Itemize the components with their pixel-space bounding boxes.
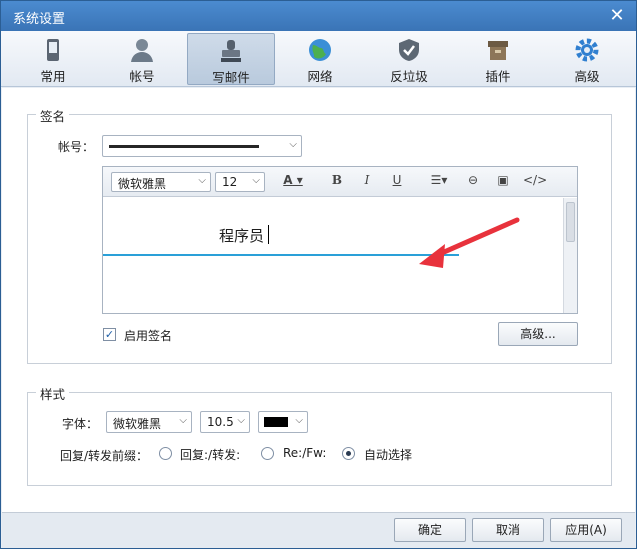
bold-button[interactable]: B	[327, 173, 347, 191]
phone-icon	[47, 39, 59, 61]
settings-toolbar: 常用 帐号 写邮件 网络 反垃圾 插件 高级	[1, 31, 636, 87]
editor-size-value: 12	[222, 175, 238, 189]
color-swatch	[264, 417, 288, 427]
signature-text: 程序员	[219, 227, 265, 245]
font-color-label: A	[283, 173, 293, 187]
prefix-option-1-label: 回复:/转发:	[180, 448, 241, 462]
settings-content: 签名 帐号： ⌵ 微软雅黑 ⌵ 12 ⌵ A ▾ B I U ☰▾ ⊖ ▣ </…	[2, 88, 635, 512]
tab-network-label: 网络	[307, 69, 333, 84]
tab-compose[interactable]: 写邮件	[187, 33, 275, 85]
tab-advanced-label: 高级	[574, 69, 600, 84]
tab-compose-label: 写邮件	[212, 70, 250, 85]
tab-antispam[interactable]: 反垃圾	[365, 33, 453, 85]
chevron-down-icon: ⌵	[295, 415, 303, 426]
window-title: 系统设置	[13, 12, 66, 27]
font-label: 字体：	[62, 417, 99, 431]
text-cursor	[268, 225, 269, 244]
tab-account[interactable]: 帐号	[98, 33, 186, 85]
dialog-footer: 确定 取消 应用(A)	[2, 512, 635, 548]
tab-account-label: 帐号	[129, 69, 155, 84]
settings-window: 系统设置 ✕ 常用 帐号 写邮件 网络 反垃圾 插件 高级 签名 帐号： ⌵ 微…	[0, 0, 637, 549]
style-group: 样式	[27, 384, 612, 486]
editor-toolbar: 微软雅黑 ⌵ 12 ⌵ A ▾ B I U ☰▾ ⊖ ▣ </>	[103, 167, 577, 197]
annotation-arrow-icon	[419, 217, 520, 268]
font-color-button[interactable]: A ▾	[279, 173, 307, 191]
chevron-down-icon: ⌵	[252, 175, 260, 186]
redacted-account	[109, 145, 259, 148]
style-legend: 样式	[36, 384, 70, 403]
box-icon	[488, 41, 508, 60]
editor-scrollbar[interactable]	[563, 198, 577, 313]
apply-button[interactable]: 应用(A)	[550, 518, 622, 542]
enable-signature-label: 启用签名	[124, 329, 173, 343]
prefix-option-2-label: Re:/Fw:	[283, 446, 327, 460]
signature-text-area[interactable]: 程序员	[103, 198, 563, 313]
enable-signature-checkbox[interactable]: ✓	[103, 328, 116, 341]
style-size-select[interactable]: 10.5 ⌵	[200, 411, 250, 433]
chevron-down-icon: ⌵	[179, 415, 187, 426]
chevron-down-icon: ⌵	[237, 415, 245, 426]
italic-button[interactable]: I	[357, 173, 377, 191]
ok-button[interactable]: 确定	[394, 518, 466, 542]
chevron-down-icon: ⌵	[289, 139, 297, 150]
prefix-option-3-label: 自动选择	[364, 448, 413, 462]
tab-network[interactable]: 网络	[276, 33, 364, 85]
account-select[interactable]: ⌵	[102, 135, 302, 157]
chevron-down-icon: ⌵	[198, 175, 206, 186]
tab-advanced[interactable]: 高级	[543, 33, 631, 85]
globe-icon	[309, 39, 331, 61]
signature-editor: 微软雅黑 ⌵ 12 ⌵ A ▾ B I U ☰▾ ⊖ ▣ </> 程序员	[102, 166, 578, 314]
style-color-select[interactable]: ⌵	[258, 411, 308, 433]
source-code-icon[interactable]: </>	[523, 173, 547, 191]
editor-size-select[interactable]: 12 ⌵	[215, 172, 265, 192]
account-label: 帐号：	[58, 140, 95, 154]
advanced-button[interactable]: 高级...	[498, 322, 578, 346]
underline-button[interactable]: U	[387, 173, 407, 191]
cancel-button[interactable]: 取消	[472, 518, 544, 542]
style-font-select[interactable]: 微软雅黑 ⌵	[106, 411, 192, 433]
tab-general-label: 常用	[40, 69, 66, 84]
editor-font-select[interactable]: 微软雅黑 ⌵	[111, 172, 211, 192]
scrollbar-thumb[interactable]	[566, 202, 575, 242]
align-icon[interactable]: ☰▾	[425, 173, 453, 191]
image-icon[interactable]: ▣	[493, 173, 513, 191]
signature-legend: 签名	[36, 106, 70, 125]
close-icon[interactable]: ✕	[606, 5, 628, 27]
stamp-icon	[221, 40, 241, 62]
user-icon	[131, 39, 153, 62]
prefix-option-reply-forward-radio[interactable]	[159, 447, 172, 460]
title-bar: 系统设置 ✕	[1, 1, 636, 31]
link-icon[interactable]: ⊖	[463, 173, 483, 191]
gear-icon	[575, 38, 599, 62]
prefix-option-re-fw-radio[interactable]	[261, 447, 274, 460]
style-size-value: 10.5	[207, 415, 234, 429]
tab-plugins-label: 插件	[485, 69, 511, 84]
tab-plugins[interactable]: 插件	[454, 33, 542, 85]
prefix-label: 回复/转发前缀：	[60, 449, 149, 463]
prefix-option-auto-radio[interactable]	[342, 447, 355, 460]
editor-font-value: 微软雅黑	[118, 177, 167, 191]
tab-antispam-label: 反垃圾	[390, 69, 428, 84]
shield-icon	[399, 39, 419, 61]
style-font-value: 微软雅黑	[113, 417, 162, 431]
tab-general[interactable]: 常用	[9, 33, 97, 85]
